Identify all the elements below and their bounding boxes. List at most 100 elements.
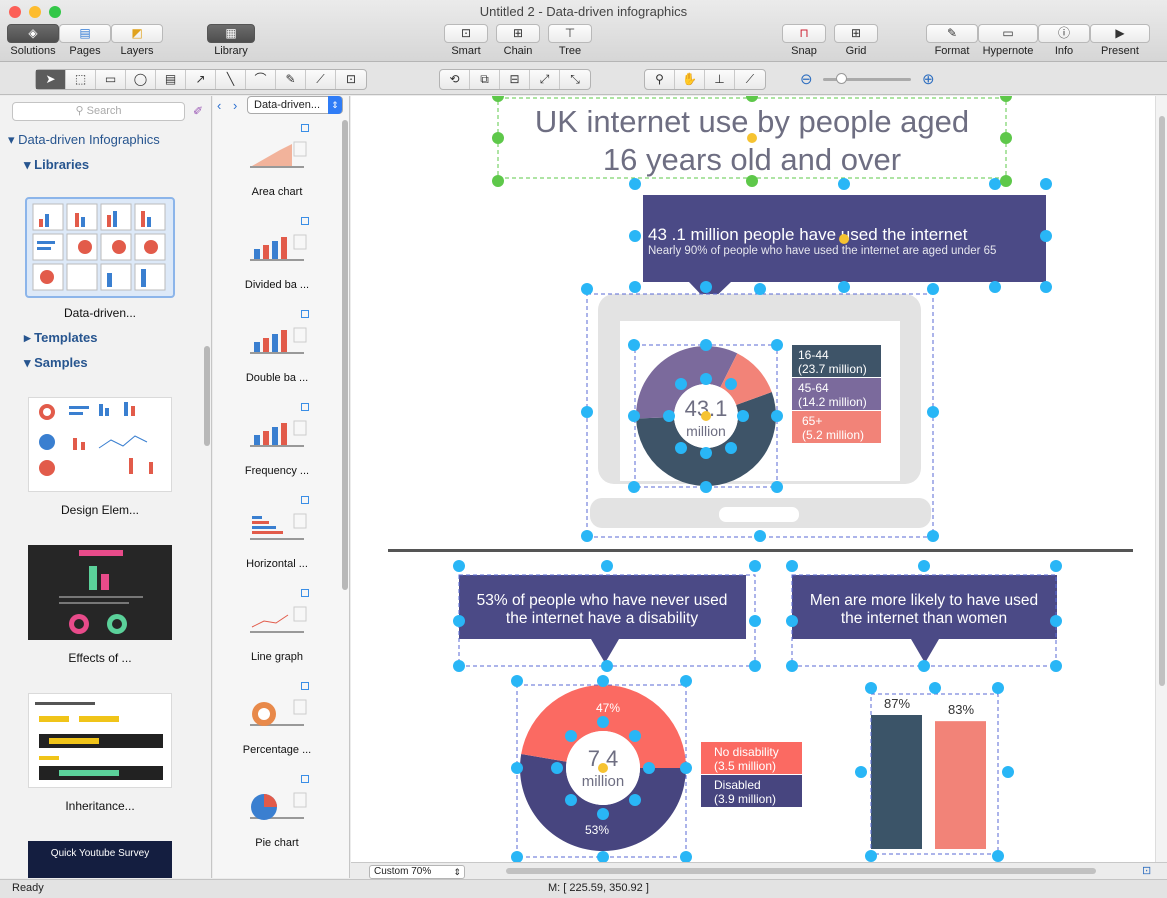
tree-libraries-item[interactable]: ▾ Libraries [24,157,89,173]
pointer-tool-icon[interactable]: ➤ [36,70,66,89]
ellipse-tool-icon[interactable]: ◯ [126,70,156,89]
eyedropper-tool-icon[interactable]: ⟋ [735,70,765,89]
sidebar-scrollbar[interactable] [204,346,210,446]
dropdown-chevron-icon: ⇕ [328,96,342,114]
back-arrow-icon[interactable]: ‹ [217,98,221,113]
hand-tool-icon[interactable]: ✋ [675,70,705,89]
callout-2-text-line2: the internet have a disability [506,610,698,627]
shape-tool-icon[interactable]: ⊡ [336,70,366,89]
vertical-scroll-thumb[interactable] [1159,116,1165,686]
resize-handle [838,281,850,293]
zoom-out-icon[interactable]: ⊖ [800,70,813,88]
library-item[interactable]: Divided ba ... [213,229,341,291]
library-dropdown[interactable]: Data-driven... ⇕ [247,96,343,114]
zoom-in-icon[interactable]: ⊕ [922,70,935,88]
drawing-canvas[interactable]: UK internet use by people aged 16 years … [351,96,1155,862]
resize-handle [725,378,737,390]
library-item-preview-icon [250,141,307,168]
text-anchor-handle [598,763,608,773]
hypernote-button[interactable]: ▭ Hypernote [978,24,1038,57]
pages-button[interactable]: ▤ Pages [59,24,111,57]
resize-handle [565,730,577,742]
bezier-tool-icon[interactable]: ⟋ [306,70,336,89]
resize-handle [1040,281,1052,293]
library-item[interactable]: Area chart [213,136,341,198]
solutions-button[interactable]: ◈ Solutions [7,24,59,57]
resize-handle [601,660,613,672]
tree-samples-item[interactable]: ▾ Samples [24,355,88,371]
pen-tool-icon[interactable]: ✎ [276,70,306,89]
library-item[interactable]: Percentage ... [213,694,341,756]
layers-button[interactable]: ◩ Layers [111,24,163,57]
library-item-checkbox[interactable] [301,775,309,783]
library-item[interactable]: Horizontal ... [213,508,341,570]
search-input[interactable]: ⚲ Search [12,102,185,121]
library-scrollbar[interactable] [342,120,348,590]
note-tool-icon[interactable]: ▤ [156,70,186,89]
library-item[interactable]: Pie chart [213,787,341,849]
arrow-tool-icon[interactable]: ↗ [186,70,216,89]
split-tool-icon[interactable]: ⤡ [560,70,590,89]
library-item-checkbox[interactable] [301,310,309,318]
ungroup-tool-icon[interactable]: ⊟ [500,70,530,89]
library-item-label: Frequency ... [244,465,310,477]
connect-tool-icon[interactable]: ⤢ [530,70,560,89]
library-item-checkbox[interactable] [301,589,309,597]
resize-handle [749,660,761,672]
snap-button[interactable]: ⊓ Snap [782,24,826,57]
library-item-label: Double ba ... [245,372,309,384]
sample-preview-icon [35,702,163,780]
format-button[interactable]: ✎ Format [926,24,978,57]
arc-tool-icon[interactable]: ⌒ [246,70,276,89]
info-button[interactable]: ⓘ Info [1038,24,1090,57]
stamp-tool-icon[interactable]: ⊥ [705,70,735,89]
tree-root-item[interactable]: ▾ Data-driven Infographics [8,132,160,148]
library-item[interactable]: Line graph [213,601,341,663]
smart-button[interactable]: ⊡ Smart [444,24,488,57]
library-item-checkbox[interactable] [301,403,309,411]
text-box-tool-icon[interactable]: ⬚ [66,70,96,89]
rectangle-tool-icon[interactable]: ▭ [96,70,126,89]
zoom-select[interactable]: Custom 70% ⇕ [369,865,465,879]
zoom-tool-icon[interactable]: ⚲ [645,70,675,89]
tree-button[interactable]: ⊤ Tree [548,24,592,57]
callout-2-pointer [591,639,619,663]
group-tool-icon[interactable]: ⧉ [470,70,500,89]
search-icon: ⚲ [75,105,87,117]
sample-thumbnail-inheritance[interactable] [28,693,172,788]
present-button[interactable]: ▶ Present [1090,24,1150,57]
library-item[interactable]: Frequency ... [213,415,341,477]
canvas-vertical-scrollbar[interactable] [1155,96,1167,862]
library-item-checkbox[interactable] [301,124,309,132]
tree-icon: ⊤ [548,24,592,43]
grid-button[interactable]: ⊞ Grid [834,24,878,57]
sample-thumbnail-youtube[interactable]: Quick Youtube Survey [28,841,172,878]
fit-page-icon[interactable]: ⊡ [1142,864,1151,877]
resize-handle [1050,615,1062,627]
sample-thumbnail-effects[interactable] [28,545,172,640]
rotate-tool-icon[interactable]: ⟲ [440,70,470,89]
resize-handle [675,378,687,390]
library-item-checkbox[interactable] [301,682,309,690]
resize-handle [1050,660,1062,672]
horizontal-scroll-thumb[interactable] [506,868,1096,874]
resize-handle [754,283,766,295]
library-icon: ▦ [207,24,255,43]
resize-handle [865,682,877,694]
library-item-checkbox[interactable] [301,217,309,225]
library-thumbnail[interactable] [25,197,175,298]
library-item-preview-icon [250,420,307,447]
library-item-preview-icon [250,327,307,354]
resize-handle [680,851,692,862]
tree-templates-item[interactable]: ▸ Templates [24,330,97,346]
chain-button[interactable]: ⊞ Chain [496,24,540,57]
library-item-checkbox[interactable] [301,496,309,504]
library-button[interactable]: ▦ Library [207,24,255,57]
brush-icon[interactable]: ✐ [193,104,203,118]
forward-arrow-icon[interactable]: › [233,98,237,113]
resize-handle [675,442,687,454]
zoom-slider-knob[interactable] [836,73,847,84]
library-item[interactable]: Double ba ... [213,322,341,384]
sample-thumbnail-design-elements[interactable] [28,397,172,492]
line-tool-icon[interactable]: ╲ [216,70,246,89]
